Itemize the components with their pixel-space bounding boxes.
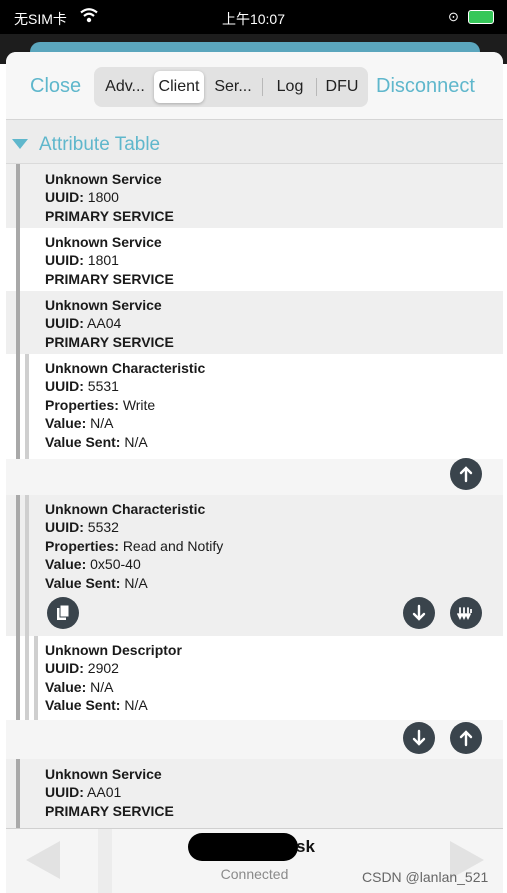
row-uuid: AA04 xyxy=(87,315,122,332)
row-title: Unknown Service xyxy=(45,234,162,250)
service-row[interactable]: Unknown Service UUID: AA04 PRIMARY SERVI… xyxy=(6,291,503,354)
row-title: Unknown Characteristic xyxy=(45,501,206,517)
characteristic-row[interactable]: Unknown Characteristic UUID: 5531 Proper… xyxy=(6,354,503,495)
redacted-device-name xyxy=(188,833,298,861)
tab-advertising[interactable]: Adv... xyxy=(98,71,152,103)
row-properties: Read and Notify xyxy=(122,537,224,554)
row-properties: Write xyxy=(122,396,156,413)
characteristic-row[interactable]: Unknown Characteristic UUID: 5532 Proper… xyxy=(6,495,503,636)
row-uuid: 1801 xyxy=(87,252,119,269)
row-value-sent: N/A xyxy=(124,433,148,450)
row-type: PRIMARY SERVICE xyxy=(45,802,174,819)
service-row[interactable]: Unknown Service UUID: AA01 PRIMARY SERVI… xyxy=(6,759,503,828)
row-uuid: 5531 xyxy=(87,378,119,395)
row-type: PRIMARY SERVICE xyxy=(45,333,174,350)
row-uuid: 2902 xyxy=(87,660,119,677)
row-value-sent: N/A xyxy=(124,697,148,714)
service-row[interactable]: Unknown Service UUID: 1800 PRIMARY SERVI… xyxy=(6,164,503,228)
clock: 上午10:07 xyxy=(221,11,286,27)
write-icon[interactable] xyxy=(450,458,482,490)
device-name: sk xyxy=(296,837,315,856)
write-icon[interactable] xyxy=(450,722,482,754)
row-title: Unknown Service xyxy=(45,171,162,187)
read-icon[interactable] xyxy=(403,722,435,754)
tab-client[interactable]: Client xyxy=(154,71,204,103)
tab-dfu[interactable]: DFU xyxy=(320,71,364,103)
tab-segmented-control: Adv... Client Ser... Log DFU xyxy=(94,67,368,107)
disclosure-triangle-icon xyxy=(12,139,28,149)
status-bar: 无SIM卡 上午10:07 ⊙ xyxy=(0,0,507,34)
close-button[interactable]: Close xyxy=(30,75,81,98)
row-value: N/A xyxy=(90,678,114,695)
row-uuid: AA01 xyxy=(87,784,122,801)
rotation-lock-icon: ⊙ xyxy=(448,9,459,24)
disconnect-button[interactable]: Disconnect xyxy=(376,75,475,98)
section-title: Attribute Table xyxy=(39,134,161,155)
watermark: CSDN @lanlan_521 xyxy=(362,869,489,885)
row-title: Unknown Characteristic xyxy=(45,360,206,376)
row-uuid: 5532 xyxy=(87,519,119,536)
row-type: PRIMARY SERVICE xyxy=(45,270,174,287)
read-icon[interactable] xyxy=(403,597,435,629)
row-value-sent: N/A xyxy=(124,574,148,591)
row-value: 0x50-40 xyxy=(90,556,141,573)
row-value: N/A xyxy=(90,415,114,432)
navbar: Close Adv... Client Ser... Log DFU Disco… xyxy=(6,52,503,120)
copy-icon[interactable] xyxy=(47,597,79,629)
row-title: Unknown Service xyxy=(45,766,162,782)
attribute-table-header[interactable]: Attribute Table xyxy=(6,120,503,164)
tab-server[interactable]: Ser... xyxy=(208,71,258,103)
descriptor-row[interactable]: Unknown Descriptor UUID: 2902 Value: N/A… xyxy=(6,636,503,759)
row-title: Unknown Service xyxy=(45,297,162,313)
battery-icon xyxy=(468,10,494,24)
service-row[interactable]: Unknown Service UUID: 1801 PRIMARY SERVI… xyxy=(6,228,503,291)
notify-icon[interactable] xyxy=(450,597,482,629)
row-title: Unknown Descriptor xyxy=(45,642,182,658)
tab-log[interactable]: Log xyxy=(266,71,314,103)
row-uuid: 1800 xyxy=(87,189,119,206)
row-type: PRIMARY SERVICE xyxy=(45,207,174,224)
client-panel: Close Adv... Client Ser... Log DFU Disco… xyxy=(6,52,503,893)
